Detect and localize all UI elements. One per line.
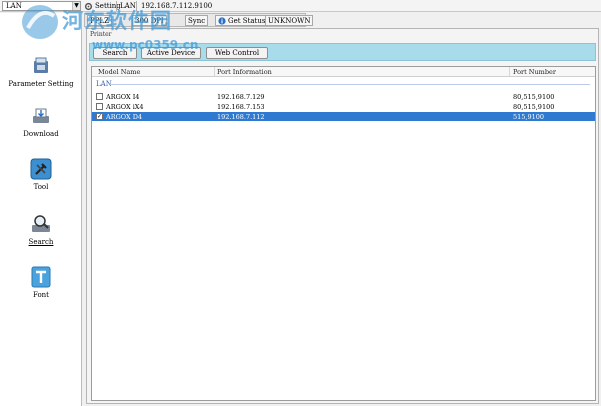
- port-info-cell: 192.168.7.112: [217, 113, 265, 121]
- port-number-cell: 80,515,9100: [513, 93, 555, 101]
- port-info-cell: 192.168.7.129: [217, 93, 265, 101]
- printer-group-label: Printer: [90, 31, 112, 38]
- status-value-label: UNKNOWN: [268, 16, 311, 25]
- toolbar-divider: [136, 1, 137, 11]
- active-device-button[interactable]: Active Device: [141, 47, 201, 59]
- tool-icon: [30, 158, 52, 180]
- sidebar-item-search[interactable]: Search: [0, 213, 82, 246]
- info-icon: [218, 16, 226, 25]
- font-icon: [31, 266, 51, 288]
- search-button-label: Search: [102, 49, 128, 57]
- model-name-cell: ARGOX iX4: [106, 103, 144, 111]
- printer-list[interactable]: Model Name Port Information Port Number …: [91, 66, 596, 401]
- model-name-cell: ARGOX I4: [106, 93, 140, 101]
- sync-button[interactable]: Sync: [185, 15, 209, 26]
- table-row[interactable]: ARGOX iX4 192.168.7.153 80,515,9100: [92, 102, 595, 111]
- sidebar-item-download[interactable]: Download: [0, 105, 82, 138]
- sync-label: Sync: [188, 16, 206, 25]
- column-header-port-number[interactable]: Port Number: [513, 68, 556, 76]
- sidebar: Parameter Setting Download Tool Search F…: [0, 13, 82, 406]
- group-divider: [110, 84, 590, 85]
- sidebar-item-parameter-setting[interactable]: Parameter Setting: [0, 55, 82, 88]
- sidebar-item-tool[interactable]: Tool: [0, 158, 82, 191]
- ip-address: 192.168.7.112.9100: [141, 1, 212, 11]
- port-info-cell: 192.168.7.153: [217, 103, 265, 111]
- port-number-cell: 80,515,9100: [513, 103, 555, 111]
- top-bar: LAN ▼ Setting LAN 192.168.7.112.9100: [0, 0, 601, 12]
- port-select[interactable]: LAN ▼: [2, 1, 81, 11]
- model-name-cell: ARGOX D4: [106, 113, 143, 121]
- get-status-label: Get Status: [228, 16, 266, 25]
- parameter-setting-icon: [34, 57, 48, 73]
- sidebar-item-label: Download: [23, 130, 59, 138]
- dpi-button[interactable]: 300 DPI: [132, 15, 167, 26]
- download-icon: [33, 108, 49, 123]
- sidebar-item-label: Search: [28, 238, 54, 246]
- search-icon: [32, 215, 50, 232]
- column-header-model-name[interactable]: Model Name: [98, 68, 140, 76]
- connection-type: LAN: [120, 1, 136, 11]
- list-header: Model Name Port Information Port Number: [92, 67, 595, 77]
- connection-type-label: LAN: [120, 2, 136, 10]
- row-checkbox[interactable]: ✓: [96, 113, 103, 120]
- printer-button-bar: Search Active Device Web Control: [89, 43, 596, 61]
- web-control-label: Web Control: [214, 49, 260, 57]
- row-checkbox[interactable]: [96, 103, 103, 110]
- printer-language-button[interactable]: PPLZ: [87, 15, 112, 26]
- sidebar-item-font[interactable]: Font: [0, 266, 82, 299]
- table-row[interactable]: ✓ ARGOX D4 192.168.7.112 515,9100: [92, 112, 595, 121]
- column-divider[interactable]: [509, 67, 510, 77]
- table-row[interactable]: ARGOX I4 192.168.7.129 80,515,9100: [92, 92, 595, 101]
- get-status-button[interactable]: Get Status: [215, 15, 269, 26]
- sidebar-item-label: Tool: [33, 183, 49, 191]
- column-divider[interactable]: [214, 67, 215, 77]
- sidebar-item-label: Font: [32, 291, 49, 299]
- sidebar-item-label: Parameter Setting: [8, 80, 74, 88]
- printer-language-label: PPLZ: [90, 16, 109, 25]
- dpi-label: 300 DPI: [135, 16, 164, 25]
- active-device-label: Active Device: [146, 49, 196, 57]
- search-button[interactable]: Search: [93, 47, 137, 59]
- web-control-button[interactable]: Web Control: [206, 47, 268, 59]
- gear-icon: [84, 2, 93, 10]
- ip-address-label: 192.168.7.112.9100: [141, 2, 213, 10]
- port-number-cell: 515,9100: [513, 113, 545, 121]
- printer-panel: Printer Search Active Device Web Control…: [86, 28, 599, 404]
- status-toolbar: PPLZ 300 DPI Sync Get Status UNKNOWN: [84, 13, 314, 27]
- toolbar-divider: [116, 1, 117, 11]
- chevron-down-icon[interactable]: ▼: [72, 2, 80, 10]
- column-header-port-information[interactable]: Port Information: [217, 68, 272, 76]
- status-value: UNKNOWN: [265, 15, 314, 26]
- port-select-value: LAN: [6, 2, 22, 10]
- row-checkbox[interactable]: [96, 93, 103, 100]
